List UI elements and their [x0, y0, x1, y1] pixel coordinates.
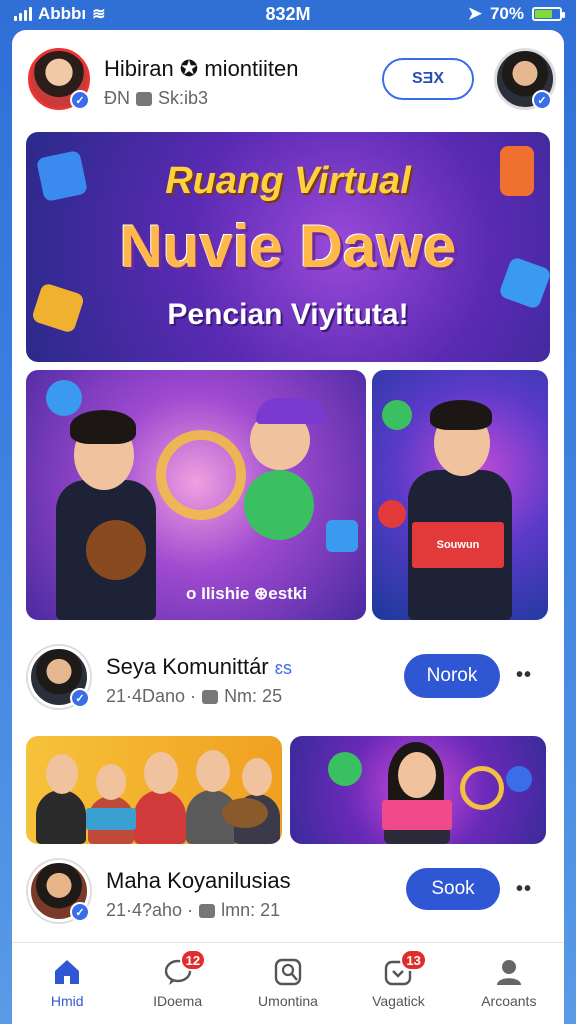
media-image-musician[interactable]: o Ilishie ⊛estki	[26, 370, 366, 620]
signal-icon	[14, 7, 32, 21]
post-author[interactable]: Hibiran ✪ miontiiten	[104, 56, 299, 82]
post-meta: ÐN Sk:ib3	[104, 88, 208, 109]
verified-icon: ✓	[70, 90, 90, 110]
nav-label: Umontina	[258, 993, 318, 1009]
verified-icon: ✓	[70, 902, 90, 922]
status-time: 832M	[265, 3, 311, 24]
feed-card: ✓ Hibiran ✪ miontiiten ÐN Sk:ib3 SƎX ✓ R…	[12, 30, 564, 1024]
nav-item-account[interactable]: Arcoants	[454, 943, 564, 1024]
location-icon: ➤	[467, 4, 482, 23]
vinyl-swirl	[156, 430, 246, 520]
comment-icon	[136, 91, 152, 106]
nav-label: Hmid	[50, 993, 84, 1009]
carrier-label: Abbbı	[38, 4, 87, 23]
media-image-presenter[interactable]: Souwun	[372, 370, 548, 620]
person-head	[398, 752, 436, 798]
nav-label: Vagatick	[372, 993, 425, 1009]
nav-item-notifications[interactable]: 13 Vagatick	[343, 943, 453, 1024]
gift-box: Souwun	[412, 522, 504, 568]
media-image-woman[interactable]	[290, 736, 546, 844]
bubble-icon	[46, 380, 82, 416]
person-head	[242, 758, 272, 796]
nav-item-home[interactable]: Hmid	[12, 943, 122, 1024]
comment-icon	[199, 903, 216, 918]
more-options-icon[interactable]: ••	[516, 878, 532, 901]
sign-board	[382, 800, 452, 830]
post-comment-count: lmn: 21	[221, 900, 281, 920]
profile-card-icon	[274, 958, 302, 986]
close-bubble-icon	[378, 500, 406, 528]
cartoon-body	[244, 470, 314, 540]
post-author[interactable]: Seya Komunittár ɛs	[106, 654, 292, 680]
person-head	[46, 754, 78, 794]
play-bubble-icon	[506, 766, 532, 792]
nav-label: IDoema	[153, 993, 203, 1009]
nav-item-messages[interactable]: 12 IDoema	[122, 943, 232, 1024]
verified-icon: ✓	[532, 90, 552, 110]
person-head	[96, 764, 126, 800]
banner-subtitle: Pencian Viyituta!	[167, 298, 409, 331]
notification-badge: 13	[400, 949, 427, 971]
banner-title: Ruang Virtual	[165, 160, 411, 202]
person-head	[196, 750, 230, 792]
promo-banner[interactable]: Ruang Virtual Nuvie Dawe Pencian Viyitut…	[26, 132, 550, 362]
post-comment-count: Sk:ib3	[158, 88, 209, 108]
account-icon	[496, 960, 521, 985]
cartoon-hat	[256, 398, 326, 424]
post-header: ✓ Seya Komunittár ɛs 21·4Dano · Nm: 25 N…	[12, 644, 564, 716]
music-bubble-icon	[328, 752, 362, 786]
nav-label: Arcoants	[481, 993, 537, 1009]
post-header: ✓ Hibiran ✪ miontiiten ÐN Sk:ib3 SƎX ✓	[12, 46, 564, 118]
battery-icon	[532, 7, 565, 21]
more-options-icon[interactable]: ••	[516, 664, 532, 687]
battery-percent: 70%	[489, 4, 524, 23]
vinyl-swirl	[460, 766, 504, 810]
post-header: ✓ Maha Koyanilusias 21·4?aho · lmn: 21 S…	[12, 858, 564, 930]
follow-button[interactable]: Sook	[406, 868, 500, 910]
post-time: 21·4Dano ·	[106, 686, 197, 706]
post-meta: 21·4Dano · Nm: 25	[106, 686, 282, 707]
person-head	[144, 752, 178, 794]
comment-icon	[202, 689, 219, 704]
nav-item-profile-card[interactable]: Umontina	[233, 943, 343, 1024]
media-image-group[interactable]	[26, 736, 282, 844]
share-tile-icon	[326, 520, 358, 552]
banner-headline: Nuvie Dawe	[119, 213, 457, 280]
follow-button[interactable]: Norok	[404, 654, 500, 698]
person-suit	[36, 790, 86, 844]
action-button[interactable]: SƎX	[382, 58, 474, 100]
post-meta-prefix: ÐN	[104, 88, 130, 108]
guitar-icon	[86, 520, 146, 580]
verified-icon: ✓	[70, 688, 90, 708]
post-comment-count: Nm: 25	[224, 686, 283, 706]
device-prop	[86, 808, 136, 830]
check-bubble-icon	[382, 400, 412, 430]
verified-tag: ɛs	[274, 658, 293, 678]
person-suit	[134, 790, 186, 844]
person-hair	[70, 410, 136, 444]
media-caption: o Ilishie ⊛estki	[186, 584, 308, 603]
home-icon	[55, 960, 80, 984]
post-meta: 21·4?aho · lmn: 21	[106, 900, 280, 921]
status-bar: Abbbı ≋ 832M ➤ 70%	[0, 0, 576, 28]
person-hair	[430, 400, 492, 430]
bottom-nav: Hmid 12 IDoema Umontina 13 Vagatick Arco…	[12, 942, 564, 1024]
post-author-name: Seya Komunittár	[106, 654, 269, 679]
post-author[interactable]: Maha Koyanilusias	[106, 868, 291, 894]
post-time: 21·4?aho ·	[106, 900, 194, 920]
wifi-icon: ≋	[92, 6, 106, 23]
guitar-icon	[222, 798, 268, 828]
notification-badge: 12	[179, 949, 207, 971]
